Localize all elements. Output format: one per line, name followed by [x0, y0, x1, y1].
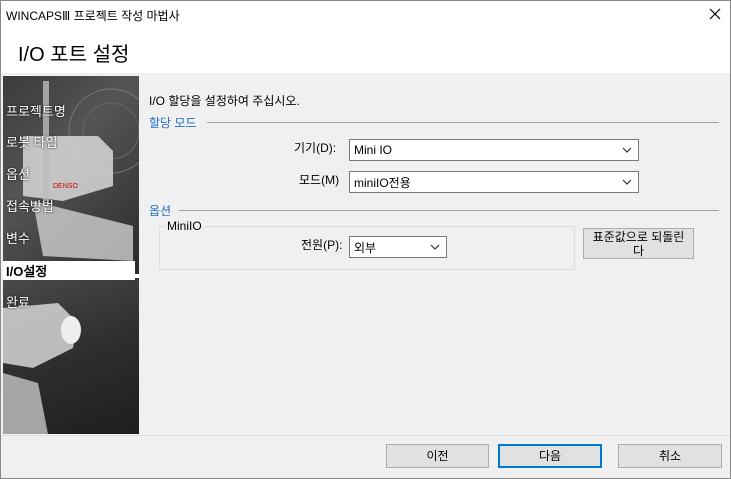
device-label: 기기(D): [294, 141, 337, 155]
device-select-value: Mini IO [354, 143, 393, 157]
power-label: 전원(P): [301, 238, 343, 252]
group-divider [179, 210, 719, 211]
sidebar-item-finish: 완료 [6, 295, 30, 310]
wizard-header: I/O 포트 설정 [1, 29, 730, 73]
sidebar-item-robot-type: 로봇 타입 [6, 135, 58, 150]
sidebar-item-options: 옵션 [6, 167, 30, 182]
allocation-mode-group-label: 할당 모드 [149, 114, 201, 131]
sidebar-step-list: 프로젝트명 로봇 타입 옵션 접속방법 변수 I/O설정 완료 [3, 76, 139, 434]
close-button[interactable] [700, 1, 730, 27]
wizard-footer: 이전 다음 취소 [1, 435, 730, 478]
back-button[interactable]: 이전 [386, 444, 489, 468]
wizard-steps-sidebar: DENSO 프로젝트명 로봇 타입 옵션 접속방법 변수 I/O설정 완료 [3, 76, 139, 434]
mode-label: 모드(M) [299, 173, 340, 187]
window-title: WINCAPSⅢ 프로젝트 작성 마법사 [6, 9, 180, 23]
next-button[interactable]: 다음 [498, 444, 602, 468]
mode-select-value: miniIO전용 [354, 175, 411, 190]
mode-select[interactable]: miniIO전용 [349, 171, 639, 193]
chevron-down-icon [622, 179, 632, 185]
main-content: I/O 할당을 설정하여 주십시오. 할당 모드 기기(D): Mini IO … [149, 73, 724, 433]
options-group-label: 옵션 [149, 202, 176, 219]
chevron-down-icon [430, 244, 440, 250]
sidebar-item-variables: 변수 [6, 231, 30, 246]
sidebar-item-project-name: 프로젝트명 [6, 104, 66, 119]
power-select[interactable]: 외부 [349, 236, 447, 258]
instruction-text: I/O 할당을 설정하여 주십시오. [149, 94, 300, 108]
miniio-group-label: MiniIO [165, 219, 204, 233]
page-title: I/O 포트 설정 [18, 44, 130, 66]
device-select[interactable]: Mini IO [349, 139, 639, 161]
reset-defaults-button[interactable]: 표준값으로 되돌린다 [583, 228, 694, 259]
sidebar-item-io-settings: I/O설정 [3, 261, 135, 280]
wizard-window: WINCAPSⅢ 프로젝트 작성 마법사 I/O 포트 설정 DENSO 프로젝… [0, 0, 731, 479]
title-bar: WINCAPSⅢ 프로젝트 작성 마법사 [1, 1, 730, 29]
cancel-button[interactable]: 취소 [618, 444, 722, 468]
close-icon [709, 8, 721, 20]
power-select-value: 외부 [354, 240, 377, 255]
chevron-down-icon [622, 147, 632, 153]
group-divider [207, 122, 719, 123]
wizard-body: DENSO 프로젝트명 로봇 타입 옵션 접속방법 변수 I/O설정 완료 I/… [1, 73, 730, 435]
sidebar-item-connection: 접속방법 [6, 199, 54, 214]
